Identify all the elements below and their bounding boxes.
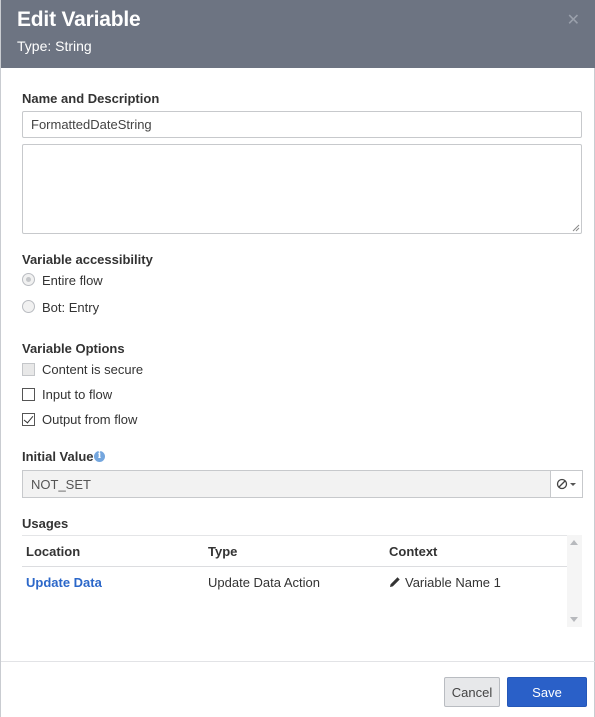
checkbox-content-secure-label: Content is secure — [42, 362, 144, 377]
name-input[interactable]: FormattedDateString — [22, 111, 582, 138]
close-icon[interactable]: ✕ — [567, 10, 580, 30]
radio-bot-entry-label: Bot: Entry — [42, 300, 100, 315]
usage-type: Update Data Action — [208, 575, 321, 590]
usages-table: Location Type Context Update Data Update… — [22, 535, 567, 627]
column-header-context[interactable]: Context — [389, 544, 437, 559]
description-textarea[interactable] — [22, 144, 582, 234]
usage-context: Variable Name 1 — [405, 575, 501, 590]
accessibility-label: Variable accessibility — [22, 252, 153, 267]
radio-entire-flow[interactable] — [22, 273, 35, 286]
footer-divider — [1, 661, 595, 662]
save-button[interactable]: Save — [507, 677, 587, 707]
usages-table-header: Location Type Context — [22, 536, 567, 567]
usages-scrollbar[interactable] — [567, 535, 582, 627]
dialog-subtitle: Type: String — [17, 38, 92, 54]
checkbox-output-from-flow-label: Output from flow — [42, 412, 138, 427]
name-input-value: FormattedDateString — [31, 117, 152, 132]
checkbox-input-to-flow-label: Input to flow — [42, 387, 113, 402]
usage-location-link[interactable]: Update Data — [26, 575, 102, 590]
info-icon[interactable]: i — [94, 451, 105, 462]
pencil-icon[interactable] — [389, 576, 401, 588]
checkbox-output-from-flow[interactable] — [22, 413, 35, 426]
cancel-button[interactable]: Cancel — [444, 677, 500, 707]
column-header-location[interactable]: Location — [26, 544, 80, 559]
initial-value-text: NOT_SET — [31, 476, 91, 492]
dialog-title: Edit Variable — [17, 8, 141, 31]
usages-label: Usages — [22, 516, 69, 531]
radio-entire-flow-label: Entire flow — [42, 273, 103, 288]
dialog-header: Edit Variable Type: String ✕ — [1, 0, 595, 68]
variable-options-label: Variable Options — [22, 341, 125, 356]
initial-value-field[interactable]: NOT_SET — [22, 470, 550, 498]
resize-handle-icon[interactable] — [572, 224, 580, 232]
initial-value-label: Initial Value — [22, 449, 94, 464]
edit-variable-dialog: Edit Variable Type: String ✕ Name and De… — [0, 0, 595, 717]
scroll-down-arrow-icon[interactable] — [570, 617, 578, 622]
initial-value-dropdown-button[interactable] — [550, 470, 583, 498]
radio-bot-entry[interactable] — [22, 300, 35, 313]
no-value-icon — [556, 478, 576, 490]
column-header-type[interactable]: Type — [208, 544, 237, 559]
checkbox-content-secure[interactable] — [22, 363, 35, 376]
name-description-label: Name and Description — [22, 91, 160, 106]
checkbox-input-to-flow[interactable] — [22, 388, 35, 401]
scroll-up-arrow-icon[interactable] — [570, 540, 578, 545]
